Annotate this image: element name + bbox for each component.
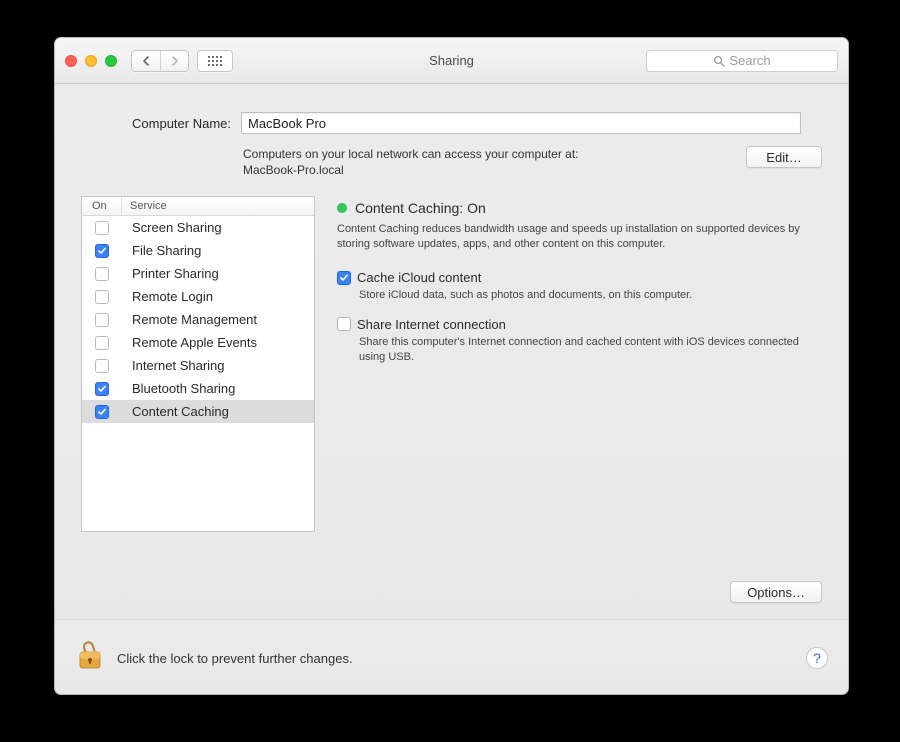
cache-icloud-label: Cache iCloud content [357, 270, 481, 285]
nav-buttons [131, 50, 189, 72]
service-label: Content Caching [122, 404, 314, 419]
titlebar: Sharing Search [55, 38, 848, 84]
service-checkbox[interactable] [95, 221, 109, 235]
service-label: File Sharing [122, 243, 314, 258]
window-controls [65, 55, 117, 67]
service-row[interactable]: Remote Apple Events [82, 331, 314, 354]
service-rows-container: Screen Sharing File Sharing Printer Sharin… [82, 216, 314, 423]
detail-pane: Content Caching: On Content Caching redu… [337, 196, 822, 603]
edit-button[interactable]: Edit… [746, 146, 822, 168]
close-window-button[interactable] [65, 55, 77, 67]
service-label: Printer Sharing [122, 266, 314, 281]
service-checkbox[interactable] [95, 267, 109, 281]
search-field[interactable]: Search [646, 50, 838, 72]
lock-icon[interactable] [77, 640, 103, 672]
service-description: Content Caching reduces bandwidth usage … [337, 222, 822, 252]
service-label: Internet Sharing [122, 358, 314, 373]
service-row[interactable]: Remote Management [82, 308, 314, 331]
forward-button[interactable] [160, 51, 188, 71]
access-message: Computers on your local network can acce… [241, 146, 746, 178]
service-row[interactable]: Printer Sharing [82, 262, 314, 285]
header-on[interactable]: On [82, 197, 122, 215]
list-header: On Service [82, 197, 314, 216]
search-placeholder: Search [729, 53, 770, 68]
service-checkbox[interactable] [95, 313, 109, 327]
share-internet-option: Share Internet connection Share this com… [337, 317, 822, 365]
minimize-window-button[interactable] [85, 55, 97, 67]
service-label: Remote Apple Events [122, 335, 314, 350]
service-row[interactable]: Remote Login [82, 285, 314, 308]
share-internet-desc: Share this computer's Internet connectio… [359, 335, 822, 365]
service-label: Screen Sharing [122, 220, 314, 235]
back-button[interactable] [132, 51, 160, 71]
status-indicator-icon [337, 203, 347, 213]
search-icon [713, 55, 725, 67]
service-checkbox[interactable] [95, 244, 109, 258]
service-row[interactable]: Content Caching [82, 400, 314, 423]
service-row[interactable]: Bluetooth Sharing [82, 377, 314, 400]
service-checkbox[interactable] [95, 405, 109, 419]
help-button[interactable]: ? [806, 647, 828, 669]
service-checkbox[interactable] [95, 336, 109, 350]
cache-icloud-option: Cache iCloud content Store iCloud data, … [337, 270, 822, 303]
computer-name-input[interactable]: MacBook Pro [241, 112, 801, 134]
window-title: Sharing [429, 38, 474, 83]
status-label: Content Caching: On [355, 200, 486, 216]
share-internet-label: Share Internet connection [357, 317, 506, 332]
service-checkbox[interactable] [95, 359, 109, 373]
sharing-preferences-window: Sharing Search Computer Name: MacBook Pr… [54, 37, 849, 695]
service-row[interactable]: Screen Sharing [82, 216, 314, 239]
cache-icloud-desc: Store iCloud data, such as photos and do… [359, 288, 822, 303]
service-row[interactable]: File Sharing [82, 239, 314, 262]
show-all-button[interactable] [197, 50, 233, 72]
zoom-window-button[interactable] [105, 55, 117, 67]
footer: Click the lock to prevent further change… [55, 619, 848, 694]
service-checkbox[interactable] [95, 290, 109, 304]
footer-text: Click the lock to prevent further change… [117, 651, 353, 666]
header-service[interactable]: Service [122, 197, 314, 215]
service-row[interactable]: Internet Sharing [82, 354, 314, 377]
service-checkbox[interactable] [95, 382, 109, 396]
computer-name-label: Computer Name: [81, 112, 231, 131]
share-internet-checkbox[interactable] [337, 317, 351, 331]
service-list: On Service Screen Sharing File Sharing Pri… [81, 196, 315, 532]
service-label: Remote Login [122, 289, 314, 304]
content-area: Computer Name: MacBook Pro Computers on … [55, 84, 848, 694]
service-label: Remote Management [122, 312, 314, 327]
options-button[interactable]: Options… [730, 581, 822, 603]
service-label: Bluetooth Sharing [122, 381, 314, 396]
cache-icloud-checkbox[interactable] [337, 271, 351, 285]
